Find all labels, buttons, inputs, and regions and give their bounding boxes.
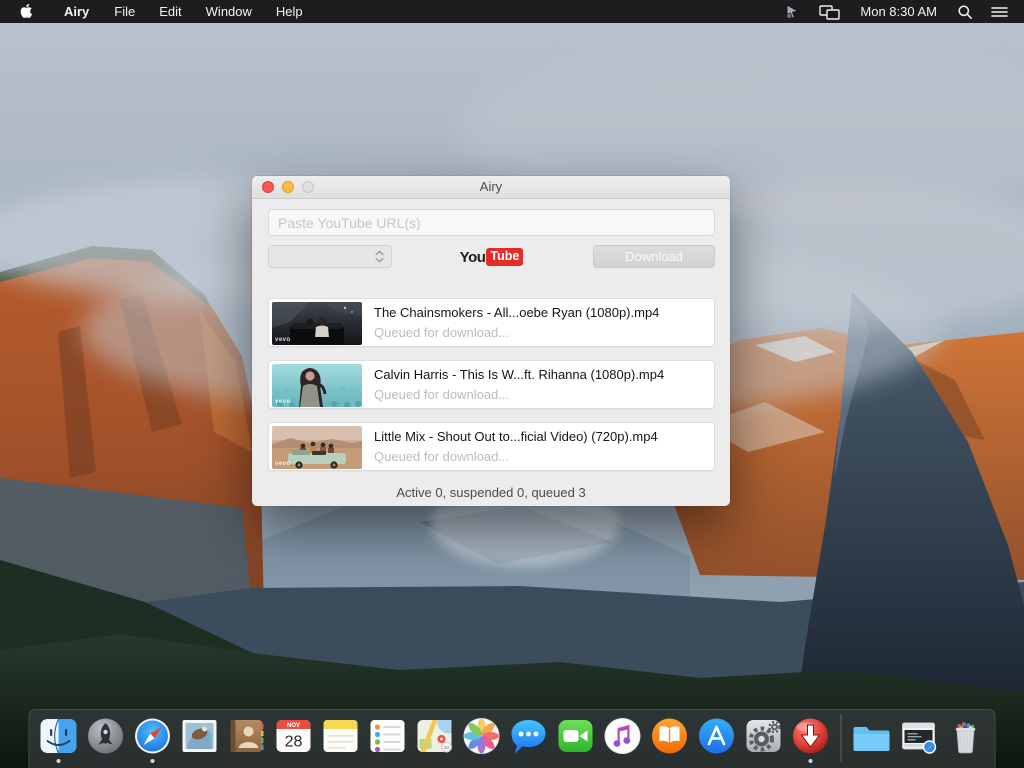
list-icon [991,5,1008,19]
download-status: Queued for download... [374,387,509,402]
apple-menu[interactable] [0,3,51,20]
menu-app-name[interactable]: Airy [51,0,102,23]
vevo-watermark: vevo [275,461,291,467]
dock-icon-minimized-safari-window[interactable] [897,714,941,758]
minimize-button[interactable] [282,181,294,193]
menu-window[interactable]: Window [194,0,264,23]
dock-icon-calendar[interactable]: NOV 28 [272,714,316,758]
youtube-url-input[interactable] [268,209,715,236]
dock-icon-contacts[interactable] [225,714,269,758]
dock-separator [841,714,842,762]
dock-icon-facetime[interactable] [554,714,598,758]
dock-icon-system-preferences[interactable] [742,714,786,758]
video-thumbnail: vevo [272,426,362,469]
download-list: vevo The Chainsmokers - All...oebe Ryan … [268,298,715,484]
title-bar[interactable]: Airy [252,176,730,199]
download-status: Queued for download... [374,325,509,340]
running-indicator [151,759,155,763]
download-title: Calvin Harris - This Is W...ft. Rihanna … [374,367,664,382]
dock-icon-messages[interactable] [507,714,551,758]
dock: NOV 28 3D [29,709,996,768]
search-icon [957,4,973,20]
dock-icon-trash[interactable] [944,714,988,758]
dock-icon-ibooks[interactable] [648,714,692,758]
download-row[interactable]: vevo The Chainsmokers - All...oebe Ryan … [268,298,715,347]
download-row[interactable]: vevo Little Mix - Shout Out to...ficial … [268,422,715,471]
menu-edit[interactable]: Edit [147,0,193,23]
calendar-month: NOV [287,723,300,729]
dock-icon-safari[interactable] [131,714,175,758]
cursor-arrow-icon [784,3,801,20]
airy-window: Airy You Tube Download [252,176,730,506]
menu-help[interactable]: Help [264,0,315,23]
video-thumbnail: vevo [272,302,362,345]
dock-icon-app-store[interactable] [695,714,739,758]
download-title: The Chainsmokers - All...oebe Ryan (1080… [374,305,659,320]
download-button[interactable]: Download [593,245,715,268]
youtube-logo-tube: Tube [486,248,523,266]
displays-icon [819,4,840,20]
spotlight-item[interactable] [953,4,977,20]
dock-icon-mail[interactable] [178,714,222,758]
video-thumbnail: vevo [272,364,362,407]
download-row[interactable]: vevo Calvin Harris - This Is W...ft. Rih… [268,360,715,409]
parallels-status-item[interactable] [780,3,805,20]
notification-center-item[interactable] [987,5,1012,19]
vevo-watermark: vevo [275,337,291,343]
queue-status-bar: Active 0, suspended 0, queued 3 [252,485,730,500]
dock-icon-reminders[interactable] [366,714,410,758]
close-button[interactable] [262,181,274,193]
dock-icon-maps[interactable]: 3D [413,714,457,758]
maps-3d-badge: 3D [444,745,451,750]
dock-icon-notes[interactable] [319,714,363,758]
dock-icon-launchpad[interactable] [84,714,128,758]
window-title: Airy [252,176,730,198]
dock-icon-itunes[interactable] [601,714,645,758]
dock-icon-airy[interactable] [789,714,833,758]
vevo-watermark: vevo [275,399,291,405]
download-title: Little Mix - Shout Out to...ficial Video… [374,429,658,444]
apple-icon [19,3,33,20]
zoom-button-disabled [302,181,314,193]
download-status: Queued for download... [374,449,509,464]
calendar-day: 28 [285,734,303,751]
running-indicator [57,759,61,763]
running-indicator [809,759,813,763]
menu-bar: Airy File Edit Window Help Mon 8:30 AM [0,0,1024,23]
dock-icon-downloads-folder[interactable] [850,714,894,758]
dock-icon-finder[interactable] [37,714,81,758]
menu-file[interactable]: File [102,0,147,23]
menu-clock[interactable]: Mon 8:30 AM [854,4,943,19]
dock-icon-photos[interactable] [460,714,504,758]
displays-status-item[interactable] [815,4,844,20]
youtube-logo-you: You [460,249,486,266]
